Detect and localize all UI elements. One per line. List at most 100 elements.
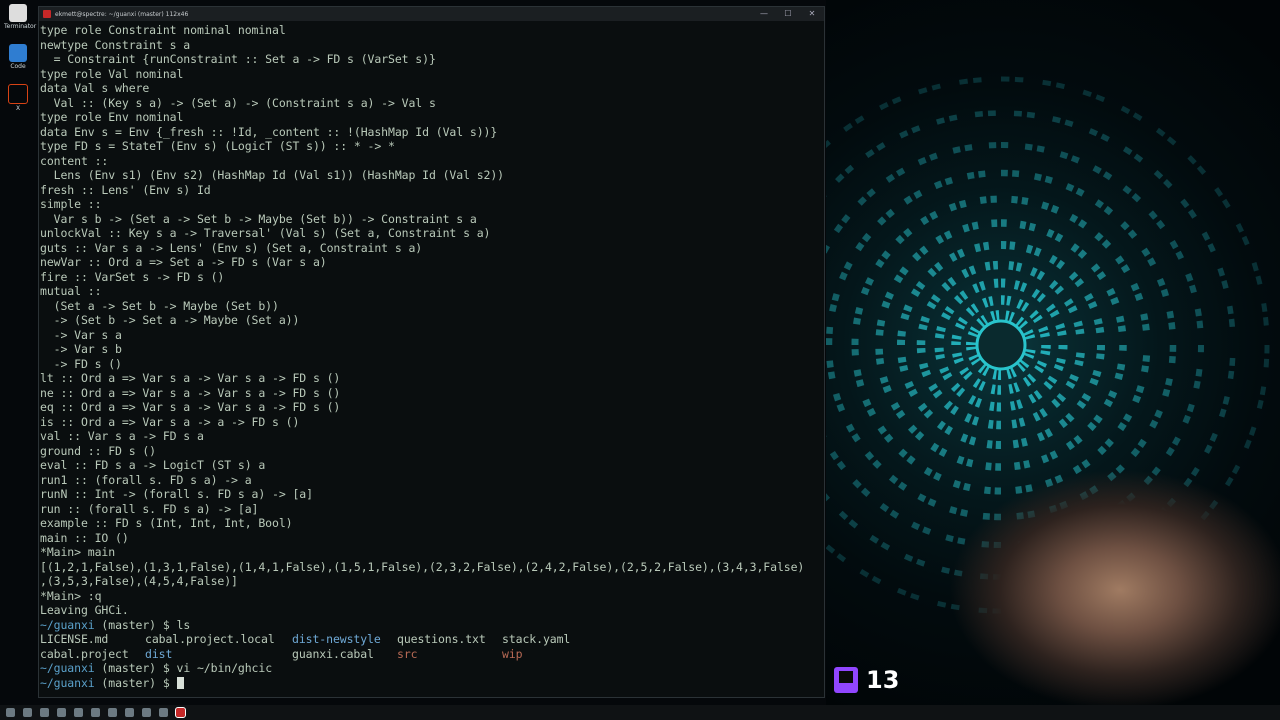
ls-entry: questions.txt (397, 632, 486, 646)
close-button[interactable]: ✕ (800, 7, 824, 21)
prompt-line: ~/guanxi (master) $ ls (40, 618, 824, 633)
ls-entry-dir: dist (145, 646, 173, 661)
twitch-viewer-counter: 13 (834, 666, 899, 694)
terminal-line: data Val s where (40, 81, 150, 95)
ls-entry: cabal.project (40, 646, 129, 661)
ls-entry-dir: src (397, 646, 418, 661)
browser-icon[interactable] (74, 708, 83, 717)
terminal-screen[interactable]: type role Constraint nominal nominal newt… (39, 21, 824, 690)
desktop-icon-terminator[interactable]: Terminator (4, 4, 36, 30)
viewer-count: 13 (866, 666, 900, 694)
task-view-icon[interactable] (40, 708, 49, 717)
terminal-taskbar-icon[interactable] (57, 708, 66, 717)
prompt-branch: (master) (101, 675, 157, 690)
prompt-path: ~/guanxi (40, 675, 95, 690)
terminal-line: fire :: VarSet s -> FD s () (40, 269, 225, 284)
x-icon (8, 84, 28, 104)
webcam-feed (950, 470, 1280, 705)
terminal-line: guts :: Var s a -> Lens' (Env s) (Set a,… (40, 240, 423, 255)
terminal-line: is :: Ord a => Var s a -> a -> FD s () (40, 414, 300, 429)
terminal-line: content :: (40, 153, 109, 168)
vscode-taskbar-icon[interactable] (91, 708, 100, 717)
terminal-line: [(1,2,1,False),(1,3,1,False),(1,4,1,Fals… (40, 559, 805, 574)
search-icon[interactable] (23, 708, 32, 717)
desktop-icon-code[interactable]: Code (4, 44, 32, 70)
terminal-line: -> Var s b (40, 342, 122, 356)
folder-icon[interactable] (108, 708, 117, 717)
title-bar[interactable]: ekmett@spectre: ~/guanxi (master) 112x46… (39, 7, 824, 21)
terminal-line: -> Var s a (40, 327, 122, 342)
desktop-icon-label: Terminator (4, 23, 37, 30)
terminator-taskbar-icon[interactable] (175, 707, 186, 718)
prompt-branch: (master) (101, 617, 157, 632)
terminal-output: type role Constraint nominal nominal newt… (40, 23, 824, 618)
terminal-line: run :: (forall s. FD s a) -> [a] (40, 501, 259, 516)
terminal-line: *Main> :q (40, 588, 102, 603)
store-icon[interactable] (125, 708, 134, 717)
ls-entry-dir: wip (502, 646, 523, 661)
terminal-line: Leaving GHCi. (40, 603, 129, 617)
ls-output-row: cabal.project dist guanxi.cabal src wip (40, 647, 824, 662)
terminal-line: type role Constraint nominal nominal (40, 23, 286, 37)
terminal-window[interactable]: ekmett@spectre: ~/guanxi (master) 112x46… (38, 6, 825, 698)
terminal-line: type role Env nominal (40, 110, 184, 124)
start-icon[interactable] (6, 708, 15, 717)
taskbar (0, 705, 1280, 720)
prompt-path: ~/guanxi (40, 617, 95, 632)
terminal-line: example :: FD s (Int, Int, Int, Bool) (40, 516, 293, 530)
terminal-line: unlockVal :: Key s a -> Traversal' (Val … (40, 226, 491, 240)
terminal-line: -> (Set b -> Set a -> Maybe (Set a)) (40, 313, 300, 327)
prompt-dollar: $ (162, 661, 170, 675)
terminal-line: *Main> main (40, 545, 116, 559)
desktop-icon-label: Code (10, 63, 26, 70)
ls-entry-dir: dist-newstyle (292, 632, 381, 646)
vscode-icon (9, 44, 27, 62)
prompt-line: ~/guanxi (master) $ vi ~/bin/ghcic (40, 661, 824, 676)
ls-entry: LICENSE.md (40, 632, 109, 646)
terminal-line: main :: IO () (40, 530, 129, 545)
terminal-line: -> FD s () (40, 356, 122, 371)
terminal-line: val :: Var s a -> FD s a (40, 429, 204, 443)
minimize-button[interactable]: — (752, 7, 776, 21)
prompt-branch: (master) (101, 661, 157, 675)
terminal-line: lt :: Ord a => Var s a -> Var s a -> FD … (40, 371, 341, 385)
terminal-line: runN :: Int -> (forall s. FD s a) -> [a] (40, 487, 313, 501)
terminal-line: eval :: FD s a -> LogicT (ST s) a (40, 458, 266, 472)
command-text: ls (176, 617, 191, 632)
terminal-line: = Constraint {runConstraint :: Set a -> … (40, 52, 436, 66)
desktop-icon-x[interactable]: X (4, 84, 32, 112)
terminal-line: fresh :: Lens' (Env s) Id (40, 182, 211, 197)
terminal-line: Var s b -> (Set a -> Set b -> Maybe (Set… (40, 211, 477, 226)
terminator-icon (9, 4, 27, 22)
maximize-button[interactable]: ☐ (776, 7, 800, 21)
prompt-dollar: $ (162, 617, 170, 632)
settings-icon[interactable] (142, 708, 151, 717)
command-text: vi ~/bin/ghcic (176, 661, 273, 675)
twitch-icon (834, 667, 858, 693)
terminal-line: ground :: FD s () (40, 443, 157, 458)
terminal-line: Val :: (Key s a) -> (Set a) -> (Constrai… (40, 95, 436, 110)
terminal-line: data Env s = Env {_fresh :: !Id, _conten… (40, 124, 498, 139)
prompt-path: ~/guanxi (40, 661, 95, 675)
ls-output-row: LICENSE.md cabal.project.local dist-newsty… (40, 632, 824, 647)
terminal-line: ne :: Ord a => Var s a -> Var s a -> FD … (40, 385, 341, 400)
terminal-line: ,(3,5,3,False),(4,5,4,False)] (40, 574, 238, 588)
ls-entry: cabal.project.local (145, 632, 275, 646)
app-icon[interactable] (159, 708, 168, 717)
ls-entry: stack.yaml (502, 632, 571, 646)
prompt-line-active[interactable]: ~/guanxi (master) $ (40, 676, 824, 691)
window-title: ekmett@spectre: ~/guanxi (master) 112x46 (55, 10, 189, 18)
terminal-line: mutual :: (40, 284, 102, 298)
terminal-app-icon (43, 10, 51, 18)
terminal-line: (Set a -> Set b -> Maybe (Set b)) (40, 298, 279, 313)
desktop-icon-label: X (15, 105, 21, 112)
text-cursor (176, 676, 184, 689)
terminal-line: newVar :: Ord a => Set a -> FD s (Var s … (40, 255, 327, 269)
ls-entry: guanxi.cabal (292, 646, 374, 661)
terminal-line: newtype Constraint s a (40, 37, 191, 52)
terminal-line: type FD s = StateT (Env s) (LogicT (ST s… (40, 139, 395, 153)
terminal-line: simple :: (40, 197, 102, 211)
terminal-line: Lens (Env s1) (Env s2) (HashMap Id (Val … (40, 168, 505, 182)
terminal-line: type role Val nominal (40, 66, 184, 81)
prompt-dollar: $ (162, 675, 170, 690)
